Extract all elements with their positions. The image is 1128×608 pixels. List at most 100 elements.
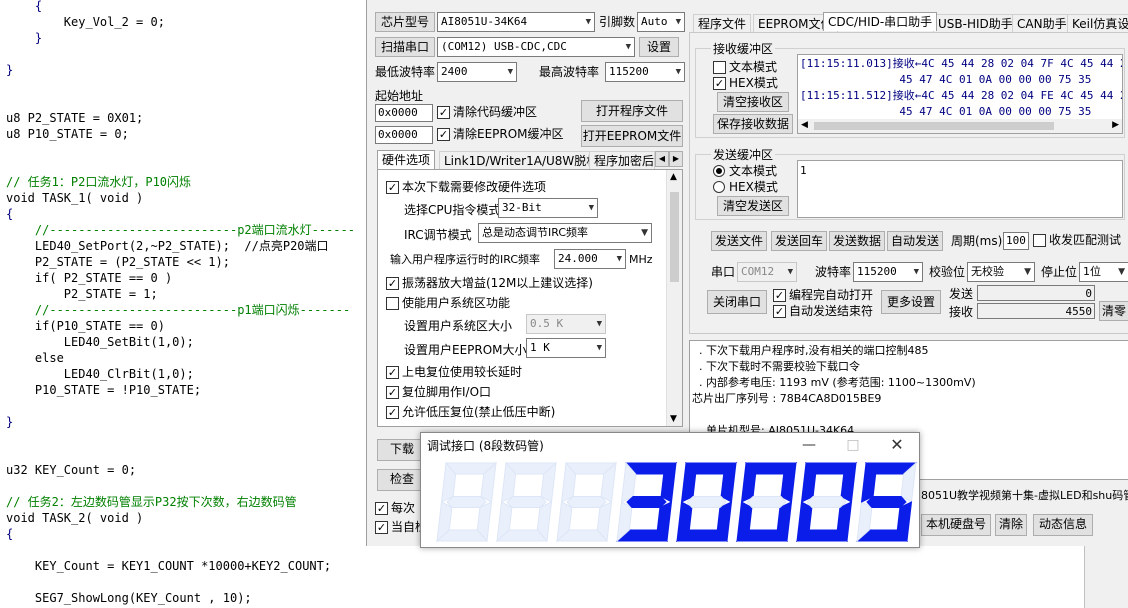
scan-port-button[interactable]: 扫描串口 [375, 37, 435, 57]
send-enter-button[interactable]: 发送回车 [771, 231, 827, 251]
send-text-mode-radio[interactable]: 文本模式 [713, 164, 777, 179]
clear-code-buffer-checkbox[interactable]: ✓ 清除代码缓冲区 [437, 105, 537, 120]
tab-scroll-right-button[interactable]: ▶ [669, 151, 683, 167]
period-input[interactable]: 100 [1003, 232, 1029, 250]
maximize-button[interactable]: □ [839, 435, 867, 455]
open-program-file-button[interactable]: 打开程序文件 [581, 100, 683, 122]
parity-select[interactable]: 无校验 ▼ [967, 262, 1035, 282]
more-settings-button[interactable]: 更多设置 [881, 290, 941, 314]
user-sys-area-checkbox[interactable]: 使能用户系统区功能 [386, 296, 510, 311]
clear-code-buffer-label: 清除代码缓冲区 [453, 105, 538, 119]
code-line: Key_Vol_2 = 0; [6, 15, 165, 29]
recv-line: 45 47 4C 01 0A 00 00 00 75 35 [800, 105, 1092, 118]
max-baud-select[interactable]: 115200 ▼ [605, 62, 685, 82]
modify-hw-label: 本次下载需要修改硬件选项 [402, 180, 547, 194]
clear-count-button[interactable]: 清零 [1099, 301, 1128, 321]
chip-model-button[interactable]: 芯片型号 [375, 12, 435, 32]
eeprom-addr-input[interactable]: 0x0000 [375, 126, 433, 144]
checkbox-unchecked-icon [386, 297, 399, 310]
clear-eeprom-buffer-checkbox[interactable]: ✓ 清除EEPROM缓冲区 [437, 127, 564, 142]
checkbox-checked-icon: ✓ [773, 289, 786, 302]
recv-hex-mode-checkbox[interactable]: ✓ HEX模式 [713, 76, 778, 91]
send-hex-mode-radio[interactable]: HEX模式 [713, 180, 778, 195]
scrollbar-thumb[interactable] [670, 192, 679, 282]
checkbox-checked-icon: ✓ [437, 128, 450, 141]
tab-offline[interactable]: Link1D/Writer1A/U8W脱机 [439, 151, 604, 170]
tab-usb-hid[interactable]: USB-HID助手 [933, 14, 1018, 33]
tab-hw-options[interactable]: 硬件选项 [377, 150, 436, 169]
save-recv-button[interactable]: 保存接收数据 [713, 114, 793, 134]
seg7-digit [735, 461, 798, 543]
seg7-debug-window[interactable]: 调试接口 (8段数码管) — □ ✕ [420, 432, 920, 548]
video-link[interactable]: 8051U教学视频第十集-虚拟LED和shu码管 [921, 488, 1128, 504]
checkbox-unchecked-icon [713, 61, 726, 74]
close-port-button[interactable]: 关闭串口 [707, 290, 767, 314]
settings-button[interactable]: 设置 [639, 37, 679, 57]
recv-textarea[interactable]: [11:15:11.013]接收←4C 45 44 28 02 04 7F 4C… [797, 54, 1123, 134]
auto-send-button[interactable]: 自动发送 [887, 231, 943, 251]
port-select[interactable]: (COM12) USB-CDC,CDC ▼ [437, 37, 635, 57]
eeprom-size-select[interactable]: 1 K ▼ [526, 338, 606, 358]
minimize-button[interactable]: — [795, 435, 823, 455]
power-on-delay-checkbox[interactable]: ✓ 上电复位使用较长延时 [386, 365, 522, 380]
hdd-serial-button[interactable]: 本机硬盘号 [921, 514, 991, 536]
low-volt-reset-label: 允许低压复位(禁止低压中断) [402, 405, 556, 419]
chevron-down-icon: ▼ [588, 203, 594, 213]
match-test-checkbox[interactable]: 收发匹配测试 [1033, 233, 1121, 248]
chevron-left-icon: ◀ [801, 120, 808, 130]
each-time-checkbox[interactable]: ✓ 每次 [375, 501, 415, 516]
code-line: else [6, 351, 64, 365]
send-textarea[interactable]: 1 [797, 160, 1123, 218]
chip-model-select[interactable]: AI8051U-34K64 ▼ [437, 12, 595, 32]
hw-options-scrollbar[interactable]: ▲ ▼ [666, 170, 682, 426]
chevron-right-icon: ▶ [672, 154, 680, 163]
clear-info-button[interactable]: 清除 [995, 514, 1027, 536]
seg7-segment [806, 496, 847, 508]
irc-freq-select[interactable]: 24.000 ▼ [554, 249, 626, 269]
code-editor[interactable]: { Key_Vol_2 = 0; }} u8 P2_STATE = 0X01; u8… [0, 0, 366, 608]
auto-send-end-checkbox[interactable]: ✓ 自动发送结束符 [773, 304, 873, 319]
info-line: . 下次下载用户程序时,没有相关的端口控制485 [692, 344, 929, 357]
sys-area-size-label: 设置用户系统区大小 [404, 319, 513, 333]
dynamic-info-button[interactable]: 动态信息 [1033, 514, 1093, 536]
recv-text-mode-checkbox[interactable]: 文本模式 [713, 60, 777, 75]
reset-pin-io-checkbox[interactable]: ✓ 复位脚用作I/O口 [386, 385, 491, 400]
tab-can[interactable]: CAN助手 [1012, 14, 1072, 33]
code-line: if(P10_STATE == 0) [6, 319, 165, 333]
scrollbar-thumb[interactable] [814, 122, 1054, 130]
recv-h-scrollbar[interactable]: ◀ ▶ [798, 119, 1122, 133]
osc-gain-checkbox[interactable]: ✓ 振荡器放大增益(12M以上建议选择) [386, 276, 593, 291]
checkbox-checked-icon: ✓ [773, 305, 786, 318]
clear-send-button[interactable]: 清空发送区 [717, 196, 789, 216]
tab-cdc-hid-serial[interactable]: CDC/HID-串口助手 [823, 12, 938, 31]
close-button[interactable]: ✕ [883, 435, 911, 455]
eeprom-size-value: 1 K [530, 341, 550, 354]
pin-count-select[interactable]: Auto ▼ [637, 12, 685, 32]
chevron-down-icon: ▼ [1024, 267, 1031, 277]
tab-scroll-left-button[interactable]: ◀ [655, 151, 669, 167]
low-volt-reset-checkbox[interactable]: ✓ 允许低压复位(禁止低压中断) [386, 405, 555, 420]
baud-select[interactable]: 115200 ▼ [853, 262, 923, 282]
irc-mode-select[interactable]: 总是动态调节IRC频率 ▼ [478, 223, 652, 243]
pin-count-label: 引脚数 [599, 15, 636, 29]
clear-eeprom-buffer-label: 清除EEPROM缓冲区 [453, 127, 564, 141]
open-eeprom-file-button[interactable]: 打开EEPROM文件 [581, 125, 683, 147]
send-file-button[interactable]: 发送文件 [711, 231, 767, 251]
cpu-mode-select[interactable]: 32-Bit ▼ [498, 198, 598, 218]
modify-hw-checkbox[interactable]: ✓ 本次下载需要修改硬件选项 [386, 180, 546, 195]
recv-hex-mode-label: HEX模式 [729, 76, 778, 90]
stop-select[interactable]: 1位 ▼ [1079, 262, 1128, 282]
seg7-segment [866, 496, 907, 508]
tab-keil-debug[interactable]: Keil仿真设 [1067, 14, 1128, 33]
irc-freq-value: 24.000 [558, 252, 598, 265]
port-short-select[interactable]: COM12 ▼ [737, 262, 797, 282]
parity-label: 校验位 [929, 265, 966, 279]
clear-recv-button[interactable]: 清空接收区 [717, 92, 789, 112]
min-baud-select[interactable]: 2400 ▼ [437, 62, 517, 82]
tab-program-file[interactable]: 程序文件 [693, 14, 752, 33]
tab-encrypt[interactable]: 程序加密后 [589, 151, 655, 170]
sys-area-size-select[interactable]: 0.5 K ▼ [526, 314, 606, 334]
send-data-button[interactable]: 发送数据 [829, 231, 885, 251]
code-addr-input[interactable]: 0x0000 [375, 104, 433, 122]
auto-open-checkbox[interactable]: ✓ 编程完自动打开 [773, 288, 873, 303]
